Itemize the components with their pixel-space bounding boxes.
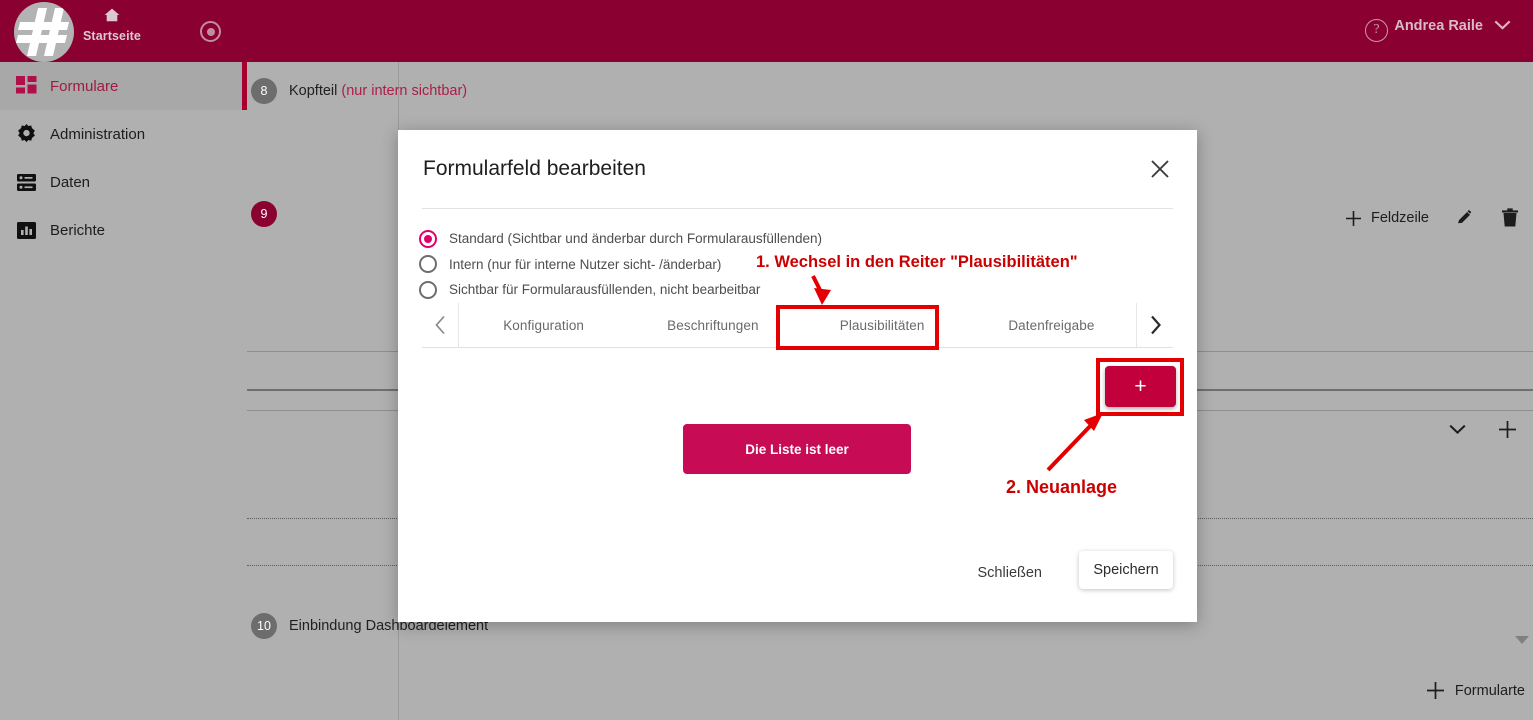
plus-icon <box>1426 682 1444 699</box>
hash-logo-icon <box>16 8 69 56</box>
plus-icon <box>1345 210 1361 226</box>
sidebar-item-label: Formulare <box>50 77 119 95</box>
add-formularteil-label: Formularte <box>1454 682 1525 699</box>
scroll-down-indicator[interactable] <box>1515 636 1529 644</box>
step-title: Kopfteil (nur intern sichtbar) <box>289 83 467 99</box>
sidebar: Formulare Administration Daten Berichte <box>0 62 247 720</box>
add-feldzeile-button[interactable]: Feldzeile <box>1345 210 1429 227</box>
background-row-actions: Feldzeile <box>1345 208 1519 228</box>
trash-icon[interactable] <box>1501 208 1519 228</box>
app-logo[interactable] <box>14 2 74 62</box>
add-formularteil-button[interactable]: Formularte <box>1426 681 1525 700</box>
radio-icon <box>419 280 437 299</box>
step-note: (nur intern sichtbar) <box>341 83 468 99</box>
annotation-label-2: 2. Neuanlage <box>1006 477 1118 497</box>
close-icon[interactable] <box>1147 156 1173 182</box>
sidebar-item-berichte[interactable]: Berichte <box>0 206 247 254</box>
gear-icon <box>18 123 35 142</box>
radio-icon <box>419 229 437 248</box>
annotation-label-1: 1. Wechsel in den Reiter "Plausibilitäte… <box>756 253 1078 271</box>
chevron-right-icon[interactable] <box>1137 303 1173 347</box>
step-badge: 9 <box>251 201 277 227</box>
step-row-8[interactable]: 8 Kopfteil (nur intern sichtbar) <box>251 78 467 104</box>
step-title-text: Kopfteil <box>289 83 338 99</box>
annotation-box-tab <box>776 305 939 350</box>
chevron-down-icon <box>1494 18 1511 34</box>
radio-label: Sichtbar für Formularausfüllenden, nicht… <box>449 282 761 298</box>
user-name-label: Andrea Raile <box>1394 18 1483 34</box>
pencil-icon[interactable] <box>1455 208 1475 228</box>
annotation-box-plus <box>1096 358 1184 416</box>
app-root: 8 Kopfteil (nur intern sichtbar) 9 Feldz… <box>0 0 1533 720</box>
dialog-footer: Schließen Speichern <box>398 542 1197 622</box>
tab-konfiguration[interactable]: Konfiguration <box>459 303 628 347</box>
dialog-divider <box>422 208 1173 209</box>
step-badge: 8 <box>251 78 277 104</box>
tab-datenfreigabe[interactable]: Datenfreigabe <box>967 303 1136 347</box>
radio-option-readonly[interactable]: Sichtbar für Formularausfüllenden, nicht… <box>419 277 822 303</box>
tab-label: Konfiguration <box>503 317 585 333</box>
dialog-title: Formularfeld bearbeiten <box>423 157 646 180</box>
home-nav[interactable]: Startseite <box>83 8 141 45</box>
grid-icon <box>16 75 37 93</box>
bar-chart-icon <box>17 221 36 239</box>
dialog-close-button[interactable]: Schließen <box>978 565 1042 581</box>
step-row-9[interactable]: 9 <box>251 201 277 227</box>
sidebar-item-label: Berichte <box>50 221 106 239</box>
radio-label: Intern (nur für interne Nutzer sicht- /ä… <box>449 256 722 272</box>
user-menu[interactable]: Andrea Raile <box>1394 18 1511 34</box>
home-icon <box>83 8 141 26</box>
sidebar-item-label: Daten <box>50 173 91 191</box>
sidebar-item-administration[interactable]: Administration <box>0 110 247 158</box>
database-icon <box>17 173 36 191</box>
sidebar-item-formulare[interactable]: Formulare <box>0 62 247 110</box>
chevron-down-icon[interactable] <box>1449 424 1466 435</box>
tab-label: Beschriftungen <box>667 317 759 333</box>
radio-option-standard[interactable]: Standard (Sichtbar und änderbar durch Fo… <box>419 226 822 252</box>
empty-list-message: Die Liste ist leer <box>683 424 911 474</box>
record-icon[interactable] <box>200 21 221 42</box>
radio-icon <box>419 255 437 274</box>
tab-beschriftungen[interactable]: Beschriftungen <box>628 303 797 347</box>
dialog-save-button[interactable]: Speichern <box>1079 551 1173 589</box>
step-badge: 10 <box>251 613 277 639</box>
help-icon[interactable]: ? <box>1365 19 1388 42</box>
sidebar-item-daten[interactable]: Daten <box>0 158 247 206</box>
sidebar-item-label: Administration <box>50 125 146 143</box>
top-header: Startseite ? Andrea Raile <box>0 0 1533 62</box>
add-feldzeile-label: Feldzeile <box>1370 210 1429 226</box>
home-label: Startseite <box>83 29 141 43</box>
edit-form-field-dialog: Formularfeld bearbeiten Standard (Sichtb… <box>398 130 1197 622</box>
tab-label: Datenfreigabe <box>1008 317 1095 333</box>
radio-label: Standard (Sichtbar und änderbar durch Fo… <box>449 231 822 247</box>
plus-icon[interactable] <box>1498 420 1517 439</box>
background-row-controls <box>1449 420 1517 439</box>
chevron-left-icon[interactable] <box>422 303 458 347</box>
